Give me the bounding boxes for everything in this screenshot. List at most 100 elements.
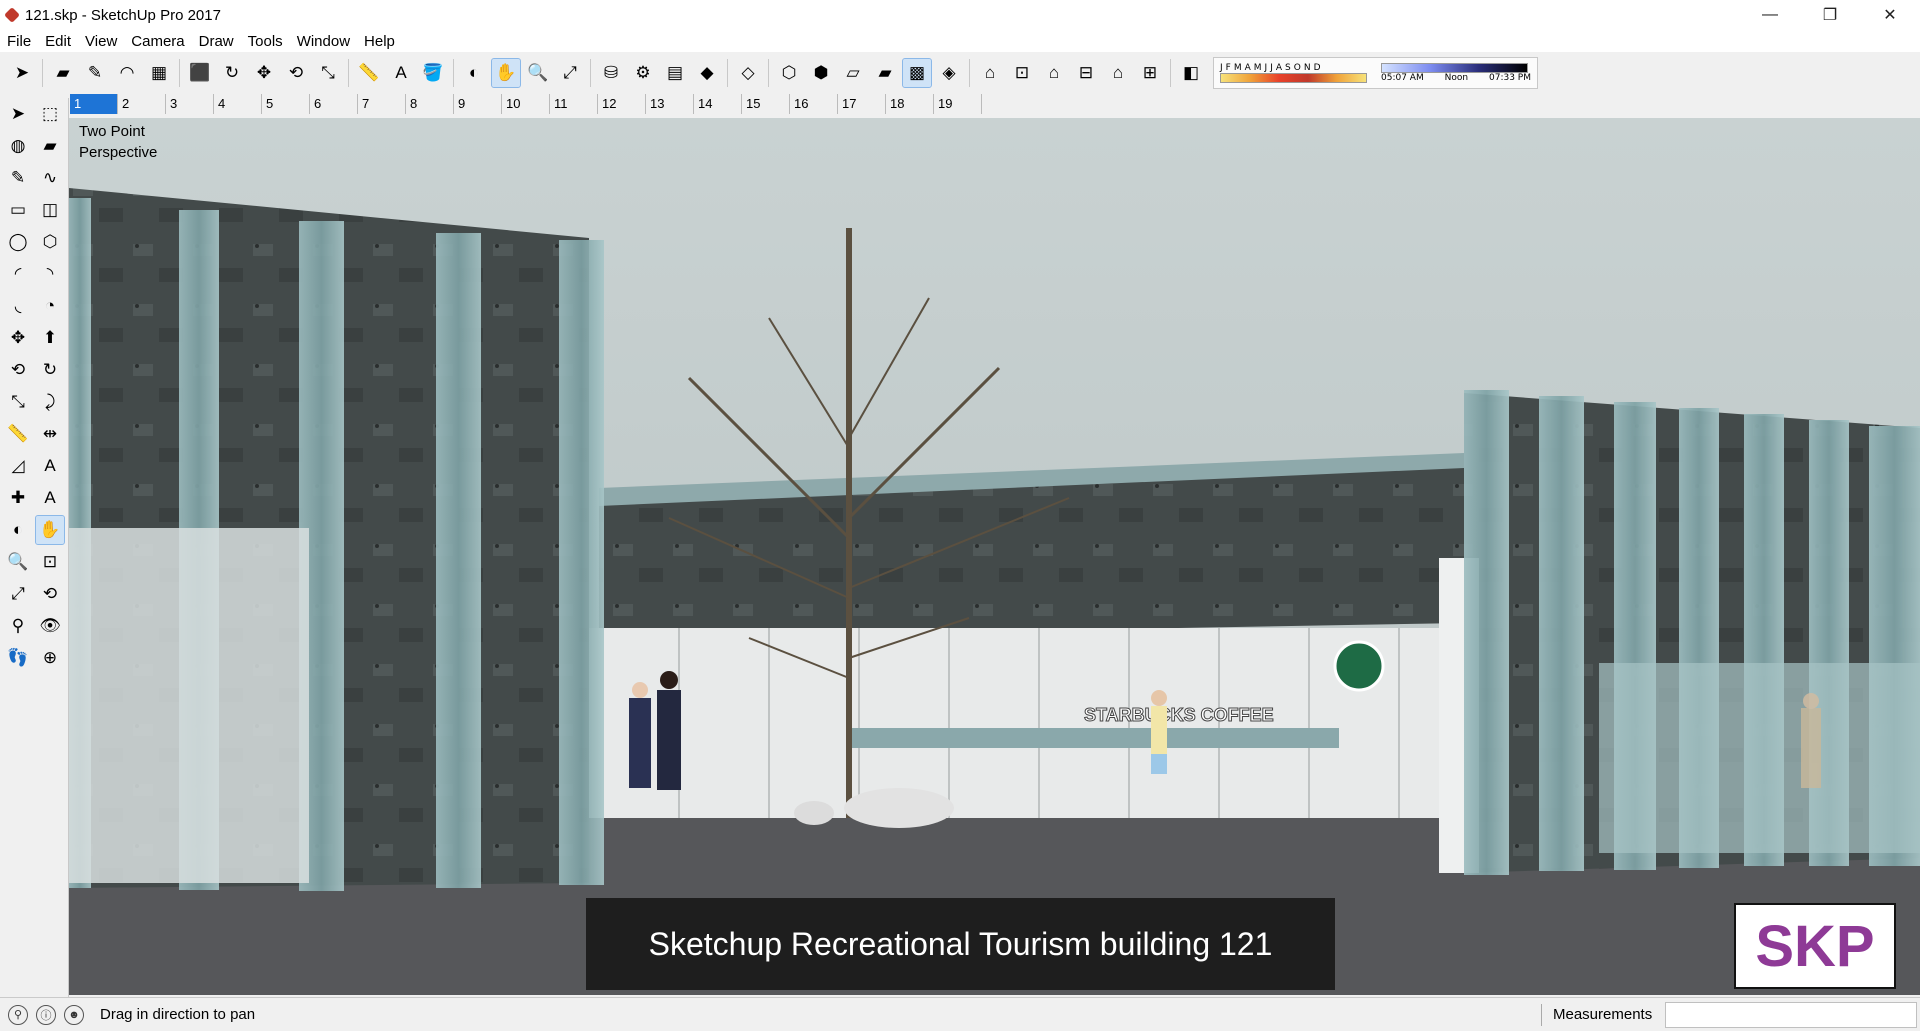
wireframe-icon[interactable]: ⬢ <box>807 59 835 87</box>
orbit-icon[interactable]: ◐ <box>4 516 32 544</box>
minimize-icon[interactable]: — <box>1740 0 1800 30</box>
time-slider-track[interactable] <box>1381 63 1528 73</box>
rotated-rectangle-icon[interactable]: ◫ <box>36 196 64 224</box>
select-icon[interactable]: ➤ <box>4 100 32 128</box>
scene-tab-13[interactable]: 13 <box>646 94 694 114</box>
look-around-icon[interactable]: 👁 <box>36 612 64 640</box>
orbit-icon[interactable]: ◐ <box>460 59 488 87</box>
polygon-icon[interactable]: ⬡ <box>36 228 64 256</box>
scene-tab-8[interactable]: 8 <box>406 94 454 114</box>
dimension-icon[interactable]: ⇹ <box>36 420 64 448</box>
layout-icon[interactable]: ▤ <box>661 59 689 87</box>
zoom-extents-icon[interactable]: ⤢ <box>4 580 32 608</box>
axes-icon[interactable]: ✚ <box>4 484 32 512</box>
rotate-icon[interactable]: ⟲ <box>4 356 32 384</box>
arc-icon[interactable]: ◠ <box>113 59 141 87</box>
pie-icon[interactable]: ◔ <box>36 292 64 320</box>
top-view-icon[interactable]: ⊡ <box>1008 59 1036 87</box>
scale-icon[interactable]: ⤡ <box>4 388 32 416</box>
scene-tab-16[interactable]: 16 <box>790 94 838 114</box>
scene-tab-7[interactable]: 7 <box>358 94 406 114</box>
scene-tab-4[interactable]: 4 <box>214 94 262 114</box>
eraser-icon[interactable]: ▰ <box>49 59 77 87</box>
scale-icon[interactable]: ⤡ <box>314 59 342 87</box>
scene-tab-1[interactable]: 1 <box>70 94 118 114</box>
push-pull-icon[interactable]: ⬆ <box>36 324 64 352</box>
scene-tab-17[interactable]: 17 <box>838 94 886 114</box>
scene-tab-3[interactable]: 3 <box>166 94 214 114</box>
extension-warehouse-icon[interactable]: ⚙ <box>629 59 657 87</box>
menu-tools[interactable]: Tools <box>241 33 290 50</box>
menu-edit[interactable]: Edit <box>38 33 78 50</box>
pan-icon[interactable]: ✋ <box>491 58 521 88</box>
model-viewport[interactable]: Two Point Perspective STARBUCKS COFFEE S… <box>69 118 1920 995</box>
scene-tab-19[interactable]: 19 <box>934 94 982 114</box>
credits-icon[interactable]: ⓘ <box>36 1004 56 1025</box>
paint-bucket-icon[interactable]: ◍ <box>4 132 32 160</box>
scene-tab-6[interactable]: 6 <box>310 94 358 114</box>
text-icon[interactable]: A <box>36 452 64 480</box>
scene-tab-14[interactable]: 14 <box>694 94 742 114</box>
scene-tab-10[interactable]: 10 <box>502 94 550 114</box>
line-icon[interactable]: ✎ <box>81 59 109 87</box>
two-point-arc-icon[interactable]: ◝ <box>36 260 64 288</box>
front-view-icon[interactable]: ⌂ <box>1040 59 1068 87</box>
move-icon[interactable]: ✥ <box>250 59 278 87</box>
monochrome-icon[interactable]: ◈ <box>935 59 963 87</box>
hidden-line-icon[interactable]: ▱ <box>839 59 867 87</box>
date-slider-track[interactable] <box>1220 73 1367 83</box>
3d-text-icon[interactable]: A <box>36 484 64 512</box>
freehand-icon[interactable]: ∿ <box>36 164 64 192</box>
scene-tab-15[interactable]: 15 <box>742 94 790 114</box>
shadow-date-slider[interactable]: JFMAMJJASOND <box>1220 63 1367 83</box>
right-view-icon[interactable]: ⊟ <box>1072 59 1100 87</box>
circle-icon[interactable]: ◯ <box>4 228 32 256</box>
paint-bucket-icon[interactable]: 🪣 <box>419 59 447 87</box>
zoom-extents-icon[interactable]: ⤢ <box>556 59 584 87</box>
shaded-icon[interactable]: ▰ <box>871 59 899 87</box>
shaded-textures-icon[interactable]: ▩ <box>902 58 932 88</box>
scene-tab-12[interactable]: 12 <box>598 94 646 114</box>
close-icon[interactable]: ✕ <box>1860 0 1920 30</box>
move-icon[interactable]: ✥ <box>4 324 32 352</box>
shadow-time-slider[interactable]: 05:07 AM Noon 07:33 PM <box>1381 63 1531 83</box>
menu-file[interactable]: File <box>0 33 38 50</box>
tape-measure-icon[interactable]: 📏 <box>4 420 32 448</box>
menu-camera[interactable]: Camera <box>124 33 191 50</box>
ruby-icon[interactable]: ◆ <box>693 59 721 87</box>
push-pull-icon[interactable]: ⬛ <box>186 59 214 87</box>
arc-icon[interactable]: ◜ <box>4 260 32 288</box>
menu-help[interactable]: Help <box>357 33 402 50</box>
follow-me-icon[interactable]: ↻ <box>36 356 64 384</box>
text-icon[interactable]: A <box>387 59 415 87</box>
three-point-arc-icon[interactable]: ◟ <box>4 292 32 320</box>
section-plane-icon[interactable]: ⊕ <box>36 644 64 672</box>
scene-tab-9[interactable]: 9 <box>454 94 502 114</box>
back-view-icon[interactable]: ⌂ <box>1104 59 1132 87</box>
xray-icon[interactable]: ◇ <box>734 59 762 87</box>
scene-tab-18[interactable]: 18 <box>886 94 934 114</box>
measurements-input[interactable] <box>1665 1002 1917 1028</box>
walk-icon[interactable]: 👣 <box>4 644 32 672</box>
select-icon[interactable]: ➤ <box>8 59 36 87</box>
zoom-icon[interactable]: 🔍 <box>524 59 552 87</box>
geo-location-icon[interactable]: ⚲ <box>8 1004 28 1025</box>
back-edges-icon[interactable]: ⬡ <box>775 59 803 87</box>
scene-tab-5[interactable]: 5 <box>262 94 310 114</box>
menu-view[interactable]: View <box>78 33 124 50</box>
warehouse-icon[interactable]: ⛁ <box>597 59 625 87</box>
user-icon[interactable]: ☻ <box>64 1004 84 1025</box>
offset-icon[interactable]: ⤸ <box>36 388 64 416</box>
restore-icon[interactable]: ❐ <box>1800 0 1860 30</box>
tape-measure-icon[interactable]: 📏 <box>355 59 383 87</box>
component-icon[interactable]: ⬚ <box>36 100 64 128</box>
pan-icon[interactable]: ✋ <box>35 515 65 545</box>
previous-view-icon[interactable]: ⟲ <box>36 580 64 608</box>
rectangle-icon[interactable]: ▭ <box>4 196 32 224</box>
left-view-icon[interactable]: ⊞ <box>1136 59 1164 87</box>
zoom-window-icon[interactable]: ⊡ <box>36 548 64 576</box>
scene-tab-2[interactable]: 2 <box>118 94 166 114</box>
eraser-icon[interactable]: ▰ <box>36 132 64 160</box>
menu-window[interactable]: Window <box>290 33 357 50</box>
follow-me-icon[interactable]: ↻ <box>218 59 246 87</box>
